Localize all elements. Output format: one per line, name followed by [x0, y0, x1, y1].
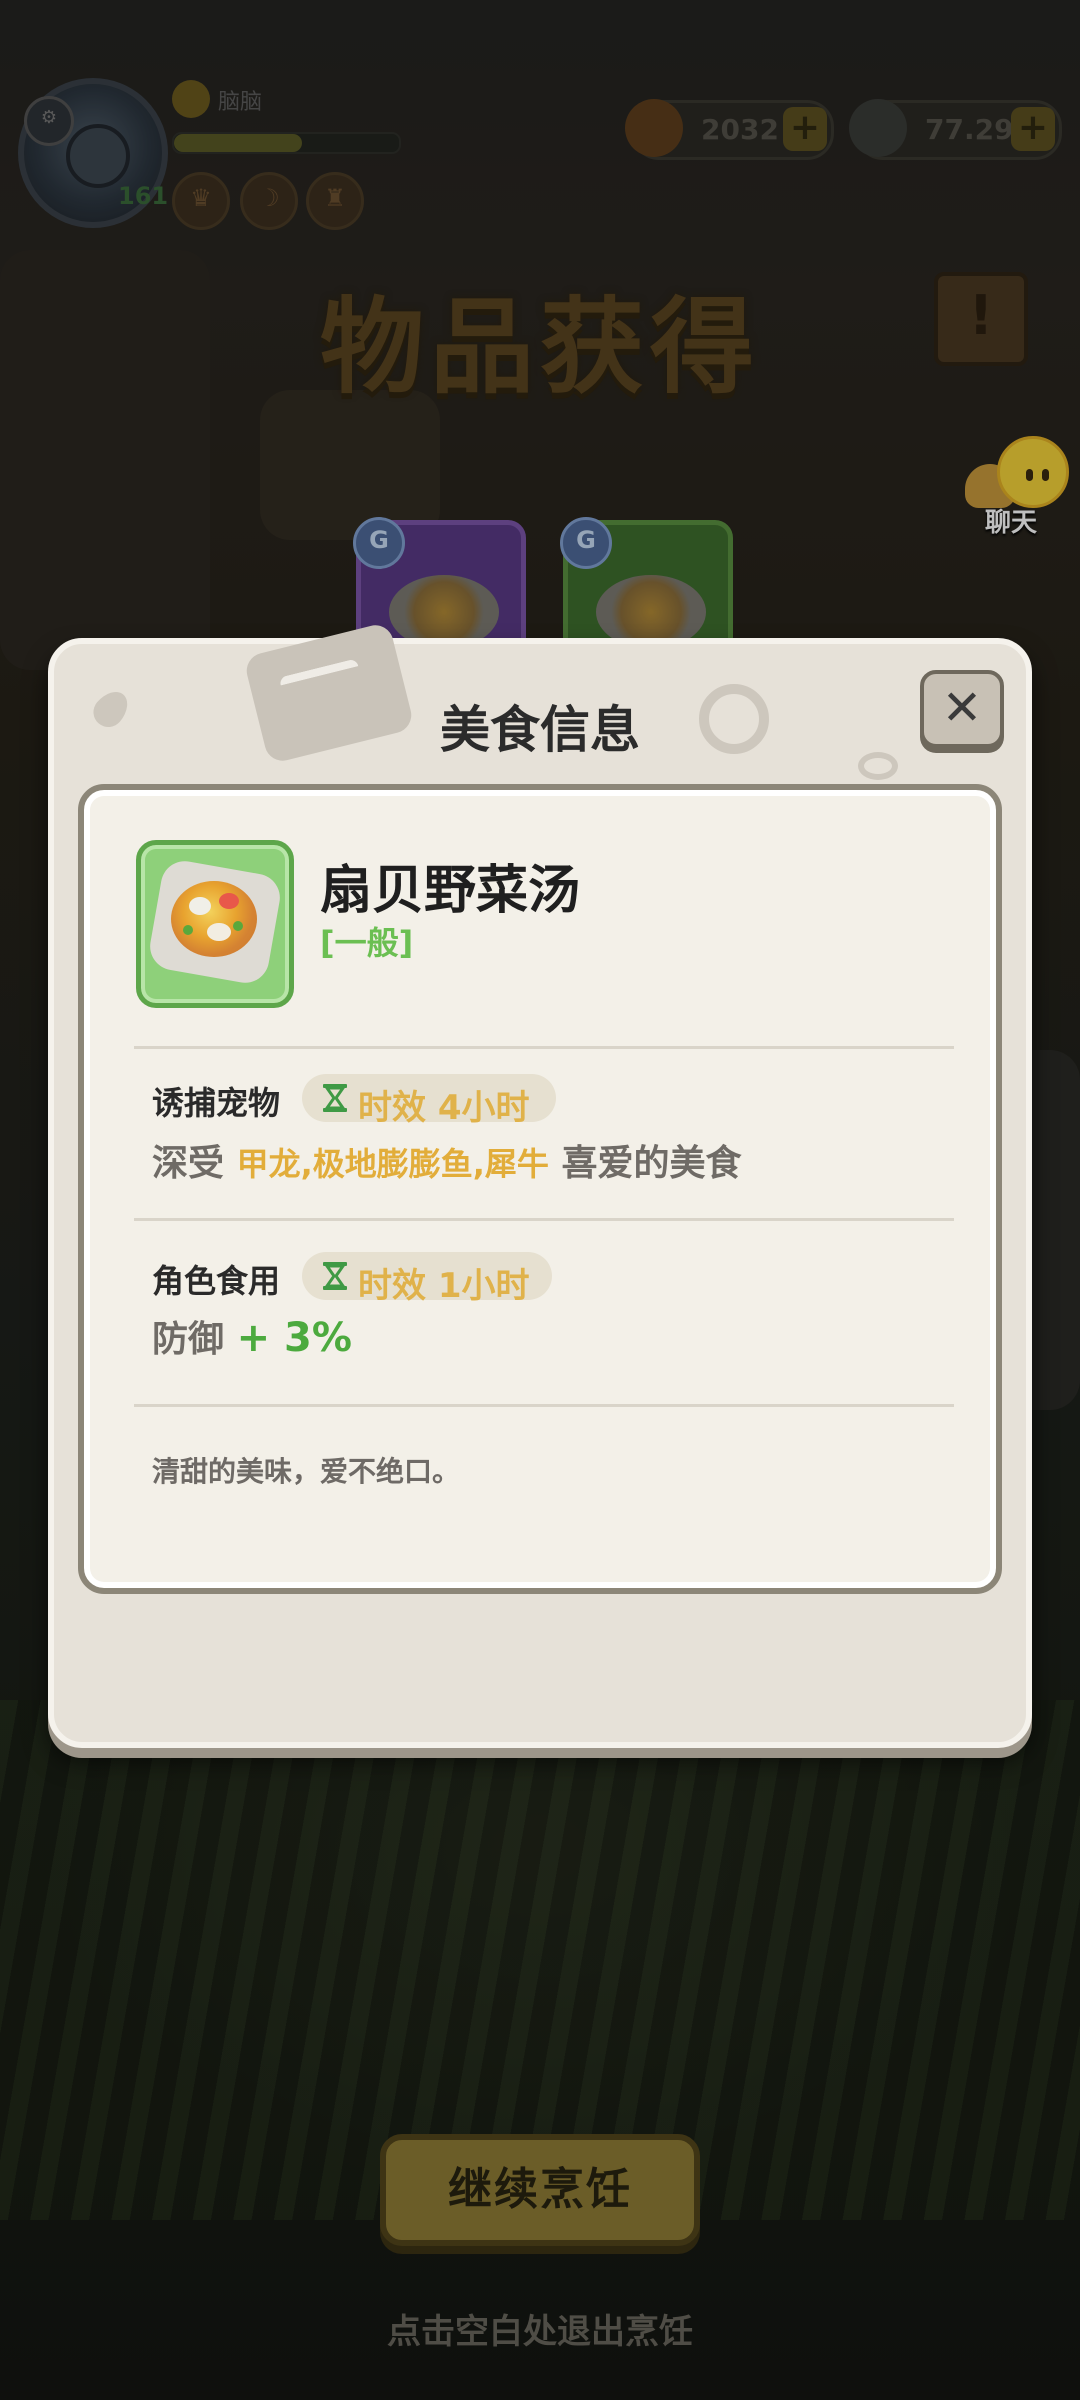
- food-info-dialog: 美食信息 ✕ 扇贝野菜汤 [一般] 诱捕宠物 时效 4小时 深受 甲龙,极地膨膨…: [48, 621, 1032, 1748]
- lure-description: 深受 甲龙,极地膨膨鱼,犀牛 喜爱的美食: [152, 1134, 741, 1186]
- food-rarity: [一般]: [320, 924, 414, 962]
- lure-duration: 时效 4小时: [358, 1088, 530, 1128]
- eat-stat: 防御: [152, 1319, 225, 1360]
- divider: [134, 1046, 954, 1049]
- close-button[interactable]: ✕: [920, 670, 1004, 748]
- continue-cooking-button[interactable]: 继续烹饪: [380, 2134, 700, 2246]
- lure-duration-chip: 时效 4小时: [302, 1074, 556, 1128]
- divider: [134, 1404, 954, 1407]
- hourglass-icon: [323, 1262, 347, 1290]
- eat-duration: 时效 1小时: [358, 1266, 530, 1306]
- flavor-text: 清甜的美味，爱不绝口。: [152, 1455, 461, 1488]
- lure-desc-prefix: 深受: [152, 1143, 225, 1184]
- eat-effect: 防御 + 3%: [152, 1310, 352, 1362]
- lure-pet-list: 甲龙,极地膨膨鱼,犀牛: [236, 1145, 549, 1183]
- food-detail-panel: 扇贝野菜汤 [一般] 诱捕宠物 时效 4小时 深受 甲龙,极地膨膨鱼,犀牛 喜爱…: [78, 784, 1002, 1594]
- hourglass-icon: [323, 1084, 347, 1112]
- eat-duration-chip: 时效 1小时: [302, 1252, 552, 1306]
- food-name: 扇贝野菜汤: [320, 861, 581, 921]
- lure-pet-label: 诱捕宠物: [152, 1084, 281, 1122]
- dialog-title: 美食信息: [440, 701, 640, 759]
- eat-bonus: + 3%: [236, 1315, 352, 1361]
- scallop-soup-icon: [136, 840, 294, 1008]
- exit-hint: 点击空白处退出烹饪: [387, 2312, 693, 2352]
- divider: [134, 1218, 954, 1221]
- eat-label: 角色食用: [152, 1262, 281, 1300]
- lure-desc-suffix: 喜爱的美食: [561, 1143, 742, 1184]
